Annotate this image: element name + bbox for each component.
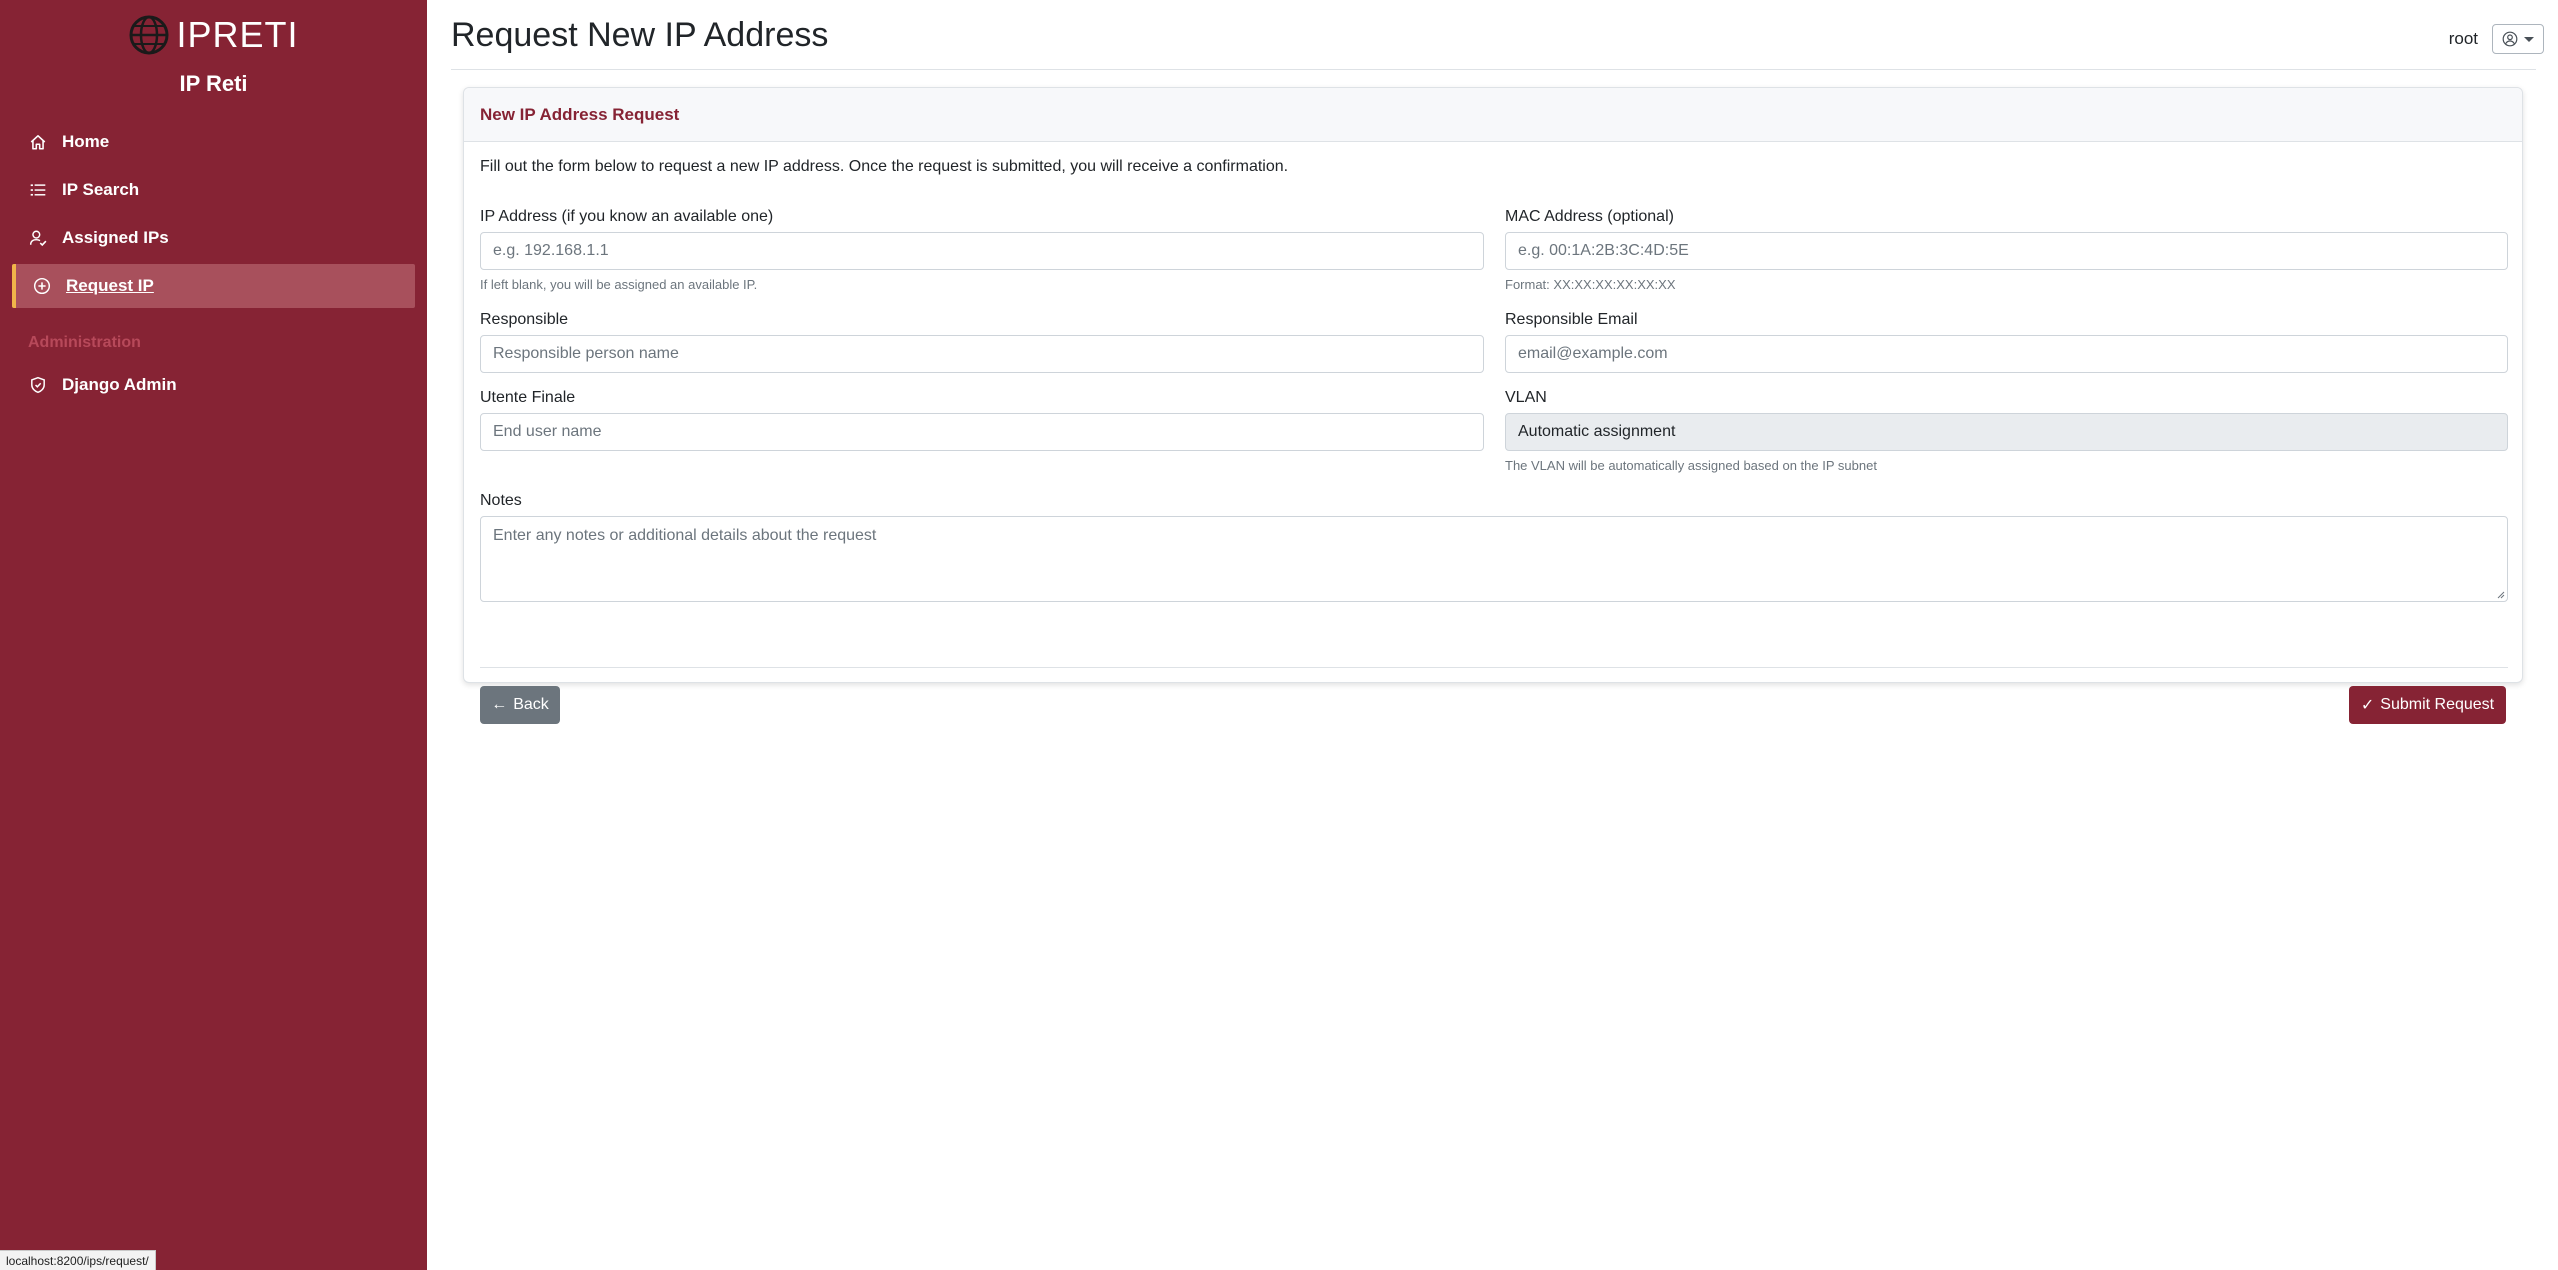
vlan-field-group: VLAN Automatic assignment The VLAN will … (1505, 389, 2508, 473)
mac-address-label: MAC Address (optional) (1505, 208, 1674, 225)
back-button-label: Back (513, 696, 549, 713)
resize-handle-icon[interactable] (2495, 589, 2505, 599)
ip-address-input[interactable]: e.g. 192.168.1.1 (480, 232, 1484, 270)
brand: IPRETI IP Reti (0, 14, 427, 97)
shield-icon (28, 375, 48, 395)
sidebar-item-label: Request IP (66, 276, 154, 295)
user-dropdown-button[interactable] (2492, 24, 2544, 54)
card-title: New IP Address Request (464, 88, 2522, 142)
back-button[interactable]: ← Back (480, 686, 560, 724)
responsible-email-label: Responsible Email (1505, 311, 1638, 328)
main-content: Request New IP Address root New IP Addre… (427, 0, 2558, 1270)
sidebar-item-home[interactable]: Home (12, 120, 415, 164)
notes-placeholder: Enter any notes or additional details ab… (493, 527, 877, 544)
brand-subtitle: IP Reti (179, 71, 248, 96)
utente-finale-input[interactable]: End user name (480, 413, 1484, 451)
person-check-icon (28, 228, 48, 248)
sidebar-item-assigned-ips[interactable]: Assigned IPs (12, 216, 415, 260)
responsible-email-field-group: Responsible Email email@example.com (1505, 311, 2508, 373)
logo[interactable]: IPRETI (128, 14, 298, 56)
utente-finale-field-group: Utente Finale End user name (480, 389, 1484, 451)
status-bar-url: localhost:8200/ips/request/ (0, 1250, 156, 1270)
sidebar-item-label: Django Admin (62, 375, 177, 394)
responsible-email-input[interactable]: email@example.com (1505, 335, 2508, 373)
mac-address-help: Format: XX:XX:XX:XX:XX:XX (1505, 277, 1676, 292)
mac-address-input[interactable]: e.g. 00:1A:2B:3C:4D:5E (1505, 232, 2508, 270)
submit-button-label: Submit Request (2380, 696, 2495, 713)
notes-textarea[interactable]: Enter any notes or additional details ab… (480, 516, 2508, 602)
vlan-label: VLAN (1505, 389, 1547, 406)
responsible-field-group: Responsible Responsible person name (480, 311, 1484, 373)
responsible-label: Responsible (480, 311, 569, 328)
responsible-input[interactable]: Responsible person name (480, 335, 1484, 373)
ip-address-help: If left blank, you will be assigned an a… (480, 277, 758, 292)
globe-logo-icon (129, 15, 169, 55)
sidebar-item-ip-search[interactable]: IP Search (12, 168, 415, 212)
chevron-down-icon (2524, 36, 2534, 42)
sidebar-admin-heading: Administration (28, 334, 141, 351)
sidebar-item-label: Home (62, 132, 110, 151)
plus-circle-icon (32, 276, 52, 296)
list-icon (28, 180, 48, 200)
vlan-help: The VLAN will be automatically assigned … (1505, 458, 1877, 473)
sidebar-item-request-ip[interactable]: Request IP (12, 264, 415, 308)
logo-text: IPRETI (176, 14, 299, 55)
ip-address-label: IP Address (if you know an available one… (480, 208, 774, 225)
sidebar-item-label: IP Search (62, 180, 140, 199)
intro-text: Fill out the form below to request a new… (480, 158, 1289, 175)
vlan-input: Automatic assignment (1505, 413, 2508, 451)
submit-request-button[interactable]: ✓ Submit Request (2349, 686, 2506, 724)
sidebar-item-django-admin[interactable]: Django Admin (12, 363, 415, 407)
ip-address-field-group: IP Address (if you know an available one… (480, 208, 1484, 292)
check-icon: ✓ (2360, 697, 2375, 714)
form-divider (480, 667, 2508, 668)
page-title: Request New IP Address (451, 16, 829, 54)
user-circle-icon (2502, 31, 2518, 47)
user-menu: root (2449, 24, 2544, 54)
mac-address-field-group: MAC Address (optional) e.g. 00:1A:2B:3C:… (1505, 208, 2508, 292)
arrow-left-icon: ← (491, 696, 508, 713)
header-divider (451, 69, 2536, 70)
sidebar-item-label: Assigned IPs (62, 228, 169, 247)
home-icon (28, 132, 48, 152)
notes-field-group: Notes Enter any notes or additional deta… (480, 492, 2508, 602)
username: root (2448, 29, 2478, 48)
sidebar: IPRETI IP Reti Home IP Search Assigned I… (0, 0, 427, 1270)
sidebar-admin-nav: Django Admin (0, 363, 427, 411)
utente-finale-label: Utente Finale (480, 389, 576, 406)
sidebar-nav: Home IP Search Assigned IPs Request IP (0, 120, 427, 312)
notes-label: Notes (480, 492, 522, 509)
request-card: New IP Address Request Fill out the form… (463, 87, 2523, 724)
